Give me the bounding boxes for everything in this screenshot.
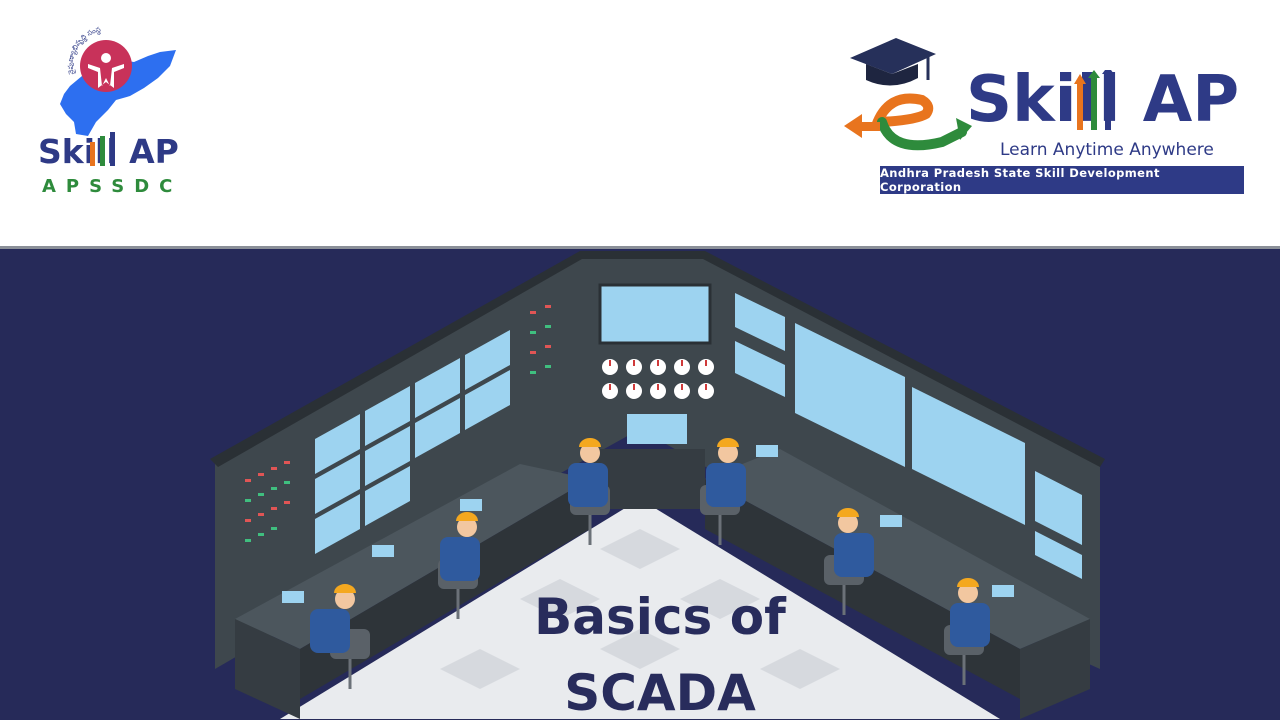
hero-banner: Basics of SCADA [0, 249, 1280, 720]
corporation-banner: Andhra Pradesh State Skill Development C… [880, 166, 1244, 194]
course-title: Basics of SCADA [440, 579, 880, 720]
header-bar: నైపుణ్యాభివృద్ధి సంస్థ Skill AP APSSDC S… [0, 0, 1280, 246]
eskill-ap-logo: Skill AP Learn Anytime Anywhere Andhra P… [836, 30, 1256, 200]
graduation-cap-e-icon [844, 38, 972, 151]
left-sub-text: APSSDC [42, 176, 183, 197]
course-title-line1: Basics of [534, 588, 786, 646]
growth-arrows-icon [1074, 70, 1114, 130]
skill-ap-apssdc-logo: నైపుణ్యాభివృద్ధి సంస్థ Skill AP APSSDC [30, 26, 200, 206]
course-title-line2: SCADA [564, 664, 756, 720]
growth-bars-icon [90, 132, 115, 166]
andhra-map-emblem-icon: నైపుణ్యాభివృద్ధి సంస్థ [60, 26, 176, 136]
tagline-text: Learn Anytime Anywhere [1000, 140, 1214, 160]
